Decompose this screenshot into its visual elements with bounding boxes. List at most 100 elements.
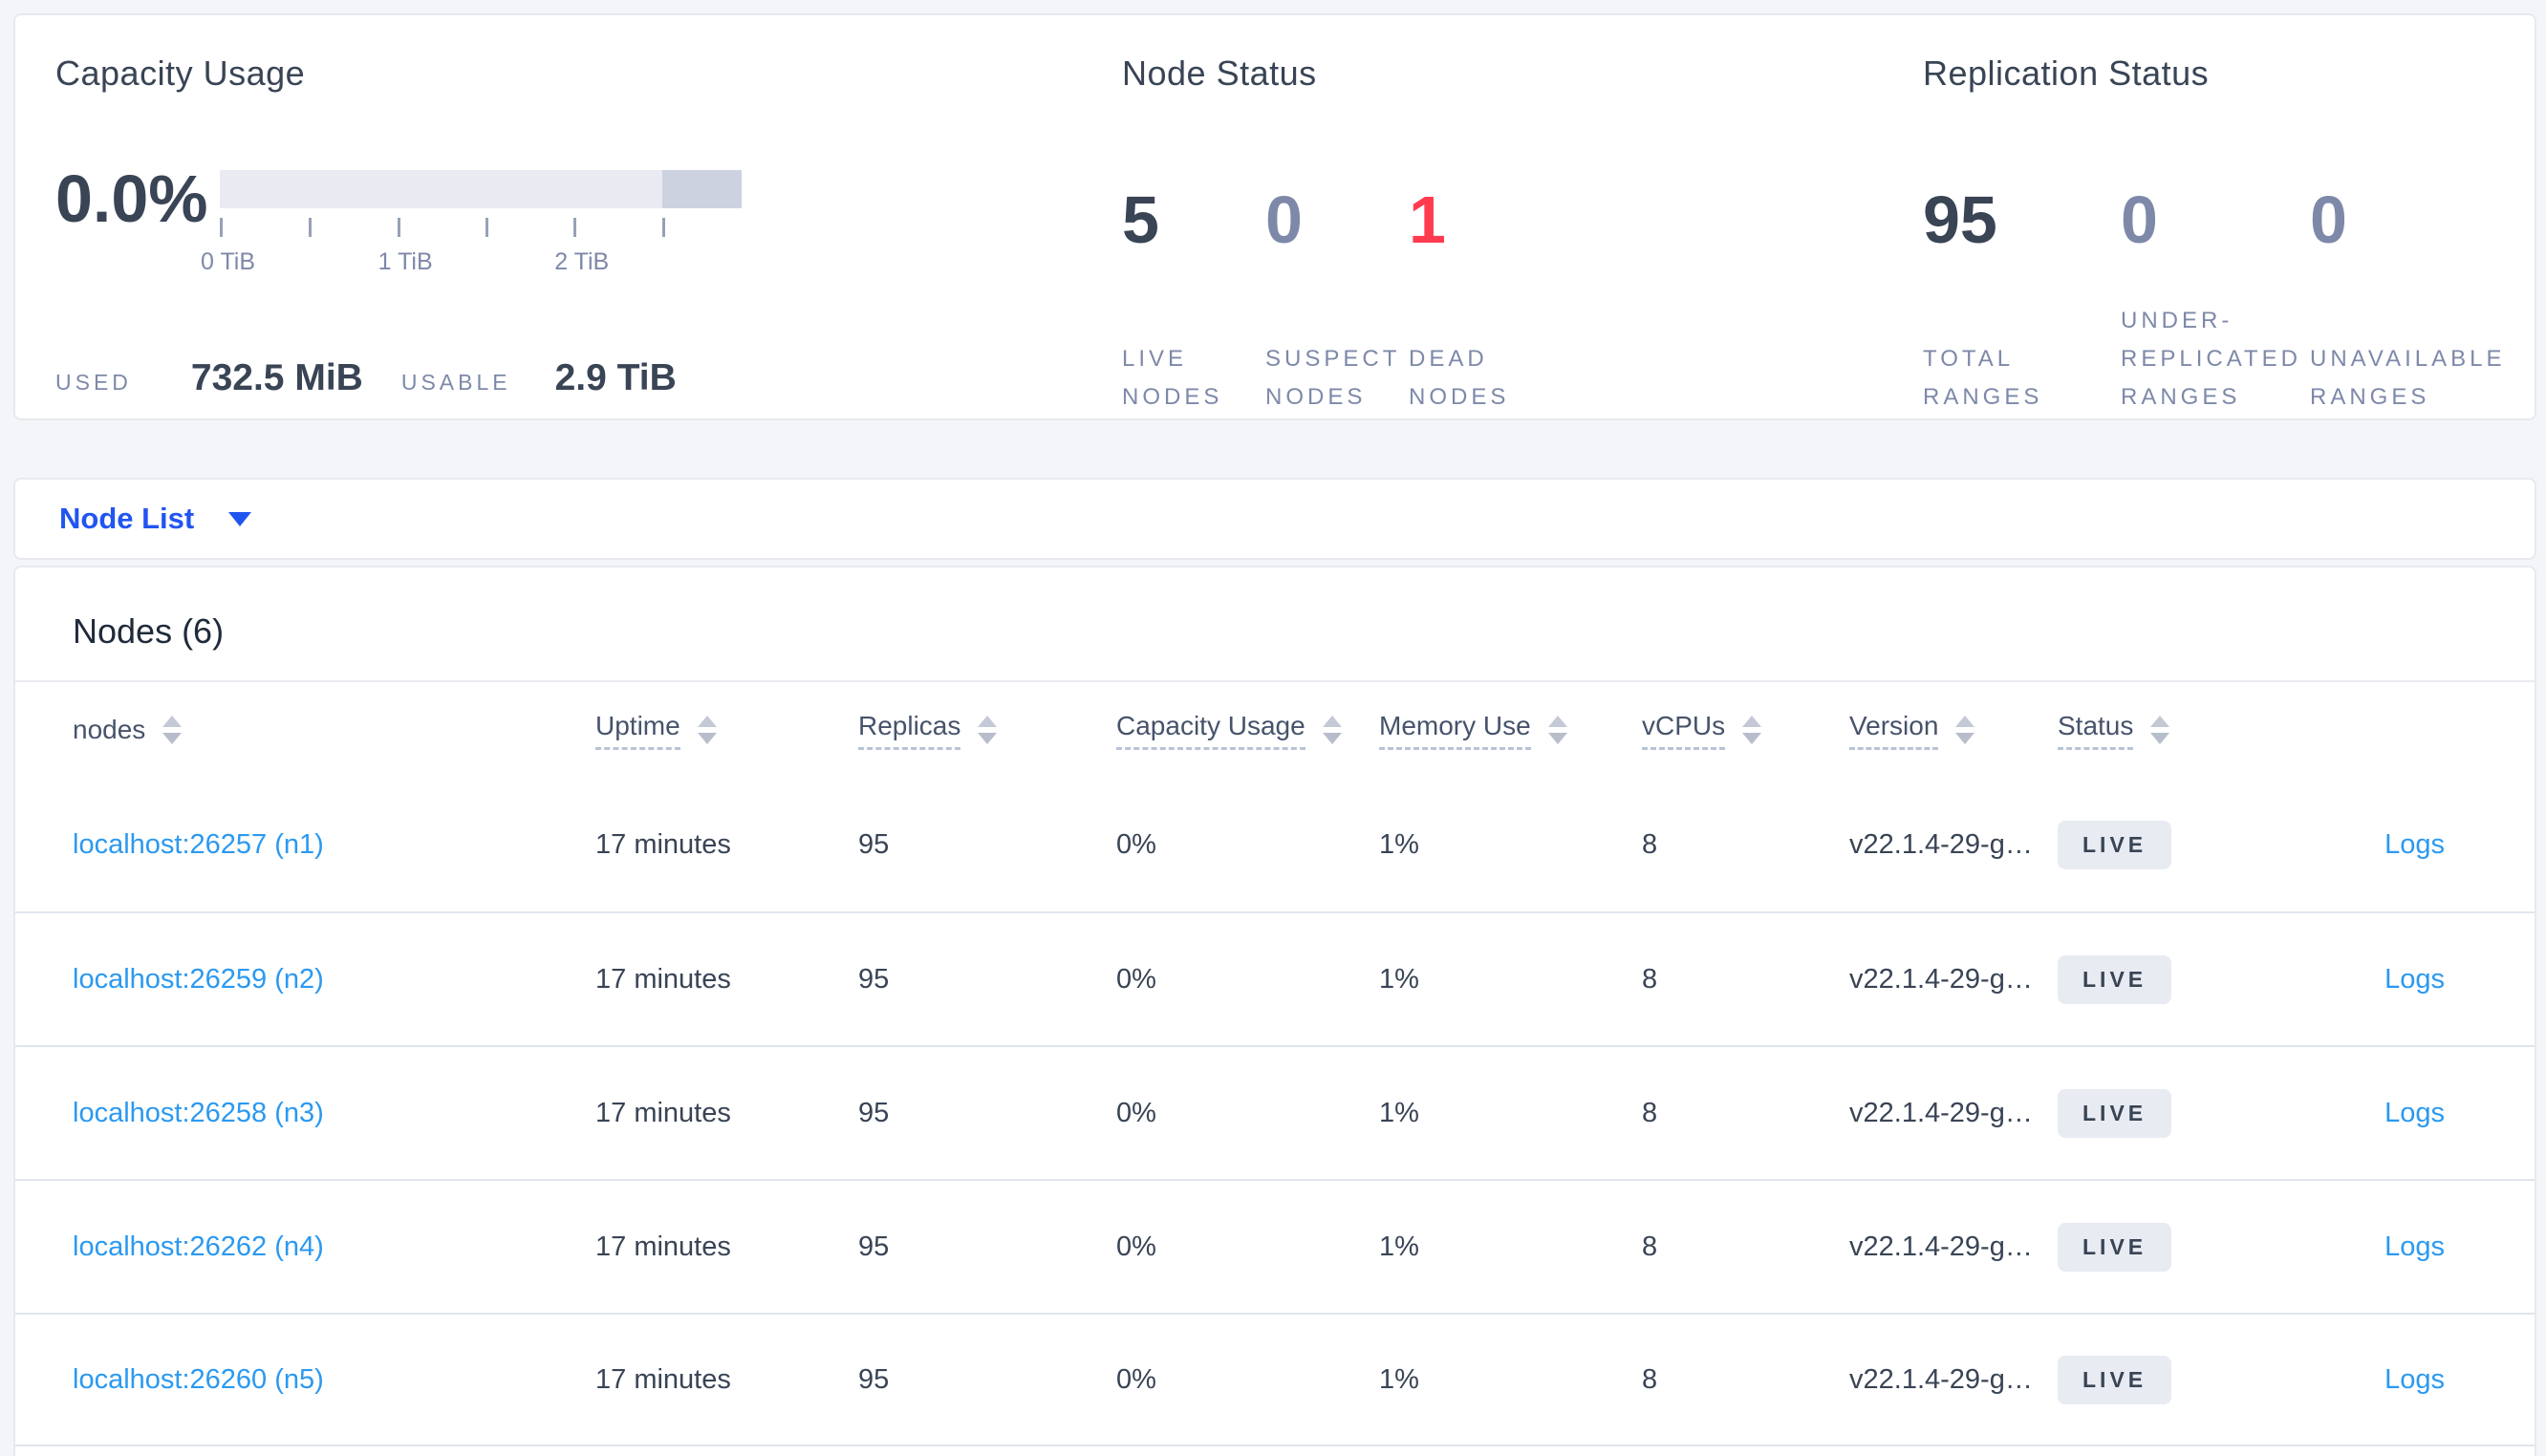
column-header-status[interactable]: Status bbox=[2058, 711, 2337, 750]
column-header-replicas[interactable]: Replicas bbox=[858, 711, 1116, 750]
cell-status: LIVE bbox=[2058, 1355, 2337, 1404]
sort-arrows-icon bbox=[2150, 716, 2170, 744]
node-status-title: Node Status bbox=[1122, 54, 1317, 93]
node-link[interactable]: localhost:26257 (n1) bbox=[73, 829, 324, 860]
sort-arrows-icon bbox=[162, 716, 183, 744]
column-header-version[interactable]: Version bbox=[1849, 711, 2058, 750]
nodes-section-heading: Nodes (6) bbox=[73, 611, 225, 651]
stat-value: 1 bbox=[1409, 182, 1446, 257]
cell-version: v22.1.4-29-g… bbox=[1849, 828, 2033, 860]
sort-arrows-icon bbox=[978, 716, 998, 744]
stat-value: 5 bbox=[1122, 182, 1159, 257]
table-row: localhost:26258 (n3) 17 minutes 95 0% 1% 8 v22… bbox=[15, 1045, 2535, 1179]
nodes-table-panel: Nodes (6) nodes Uptime Replicas Capacity Us… bbox=[13, 566, 2536, 1456]
cell-status: LIVE bbox=[2058, 1088, 2337, 1138]
column-header-capacity[interactable]: Capacity Usage bbox=[1116, 711, 1379, 750]
cell-logs: Logs bbox=[2337, 829, 2535, 861]
cell-version: v22.1.4-29-g… bbox=[1849, 1231, 2033, 1262]
axis-tick bbox=[220, 218, 223, 237]
cell-capacity: 0% bbox=[1116, 1231, 1156, 1262]
axis-tick bbox=[573, 218, 577, 237]
status-badge: LIVE bbox=[2058, 1088, 2172, 1138]
cell-memory: 1% bbox=[1379, 828, 1419, 860]
capacity-percent: 0.0% bbox=[55, 161, 208, 236]
sort-arrows-icon bbox=[697, 716, 717, 744]
status-badge: LIVE bbox=[2058, 1222, 2172, 1272]
column-header-memory[interactable]: Memory Use bbox=[1379, 711, 1642, 750]
column-header-label: Replicas bbox=[858, 711, 961, 750]
cell-version: v22.1.4-29-g… bbox=[1849, 963, 2033, 995]
replication-status-title: Replication Status bbox=[1923, 54, 2210, 93]
cell-logs: Logs bbox=[2337, 1098, 2535, 1129]
cell-logs: Logs bbox=[2337, 1364, 2535, 1396]
column-header-label: Uptime bbox=[595, 711, 680, 750]
cell-node: localhost:26258 (n3) bbox=[15, 1098, 595, 1129]
logs-link[interactable]: Logs bbox=[2384, 829, 2445, 860]
cell-capacity: 0% bbox=[1116, 963, 1156, 995]
stat-column: 95 TOTAL RANGES bbox=[1923, 149, 2121, 417]
logs-link[interactable]: Logs bbox=[2384, 1364, 2445, 1395]
cell-uptime: 17 minutes bbox=[595, 1231, 731, 1262]
cell-replicas: 95 bbox=[858, 1363, 890, 1395]
chevron-down-icon bbox=[228, 511, 252, 526]
stat-value: 0 bbox=[2310, 182, 2347, 257]
cell-capacity: 0% bbox=[1116, 1363, 1156, 1395]
cell-memory: 1% bbox=[1379, 963, 1419, 995]
cell-vcpus: 8 bbox=[1642, 1363, 1658, 1395]
axis-tick bbox=[485, 218, 488, 237]
used-value: 732.5 MiB bbox=[190, 357, 363, 398]
node-link[interactable]: localhost:26258 (n3) bbox=[73, 1098, 324, 1128]
stat-column: 1 DEAD NODES bbox=[1409, 149, 1552, 417]
stat-label: LIVE NODES bbox=[1122, 346, 1223, 410]
cell-node: localhost:26259 (n2) bbox=[15, 964, 595, 996]
capacity-axis: 0 TiB 1 TiB 2 TiB bbox=[201, 218, 755, 275]
axis-tick bbox=[397, 218, 400, 237]
cell-vcpus: 8 bbox=[1642, 828, 1658, 860]
stat-column: 0 SUSPECT NODES bbox=[1265, 149, 1409, 417]
stat-label: TOTAL RANGES bbox=[1923, 346, 2043, 410]
view-selector-panel: Node List bbox=[13, 478, 2536, 560]
cell-version: v22.1.4-29-g… bbox=[1849, 1097, 2033, 1128]
cell-uptime: 17 minutes bbox=[595, 1097, 731, 1128]
table-row: localhost:26262 (n4) 17 minutes 95 0% 1% 8 v22… bbox=[15, 1179, 2535, 1313]
stat-label: DEAD NODES bbox=[1409, 346, 1510, 410]
node-link[interactable]: localhost:26259 (n2) bbox=[73, 964, 324, 995]
node-link[interactable]: localhost:26260 (n5) bbox=[73, 1364, 324, 1395]
cell-uptime: 17 minutes bbox=[595, 828, 731, 860]
stat-column: 0 UNAVAILABLE RANGES bbox=[2310, 149, 2530, 417]
node-list-dropdown[interactable]: Node List bbox=[15, 480, 2535, 558]
cell-replicas: 95 bbox=[858, 828, 890, 860]
cell-version: v22.1.4-29-g… bbox=[1849, 1363, 2033, 1395]
node-link[interactable]: localhost:26262 (n4) bbox=[73, 1231, 324, 1262]
status-badge: LIVE bbox=[2058, 820, 2172, 869]
stat-label: UNAVAILABLE RANGES bbox=[2310, 346, 2506, 410]
capacity-bar-chart bbox=[220, 170, 742, 208]
logs-link[interactable]: Logs bbox=[2384, 1098, 2445, 1128]
cell-capacity: 0% bbox=[1116, 1097, 1156, 1128]
column-header-vcpus[interactable]: vCPUs bbox=[1642, 711, 1849, 750]
axis-tick bbox=[308, 218, 312, 237]
column-header-label: Memory Use bbox=[1379, 711, 1531, 750]
used-label: USED bbox=[55, 370, 132, 395]
table-row: localhost:26260 (n5) 17 minutes 95 0% 1% 8 v22… bbox=[15, 1313, 2535, 1446]
axis-tick-label: 0 TiB bbox=[201, 248, 256, 275]
column-header-label: Capacity Usage bbox=[1116, 711, 1305, 750]
cell-logs: Logs bbox=[2337, 1231, 2535, 1263]
column-header-node[interactable]: nodes bbox=[15, 715, 595, 745]
node-status-section: Node Status 5 LIVE NODES 0 SUSPECT NODES 1 DE… bbox=[1122, 54, 1867, 417]
cell-vcpus: 8 bbox=[1642, 1097, 1658, 1128]
cell-status: LIVE bbox=[2058, 1222, 2337, 1272]
cell-status: LIVE bbox=[2058, 954, 2337, 1004]
sort-arrows-icon bbox=[1322, 716, 1342, 744]
logs-link[interactable]: Logs bbox=[2384, 964, 2445, 995]
usable-label: USABLE bbox=[400, 370, 511, 395]
usable-value: 2.9 TiB bbox=[554, 357, 677, 398]
status-badge: LIVE bbox=[2058, 954, 2172, 1004]
axis-tick-label: 1 TiB bbox=[378, 248, 433, 275]
cell-memory: 1% bbox=[1379, 1097, 1419, 1128]
node-list-dropdown-label[interactable]: Node List bbox=[59, 502, 194, 536]
logs-link[interactable]: Logs bbox=[2384, 1231, 2445, 1262]
column-header-uptime[interactable]: Uptime bbox=[595, 711, 858, 750]
cell-uptime: 17 minutes bbox=[595, 1363, 731, 1395]
cell-logs: Logs bbox=[2337, 964, 2535, 996]
